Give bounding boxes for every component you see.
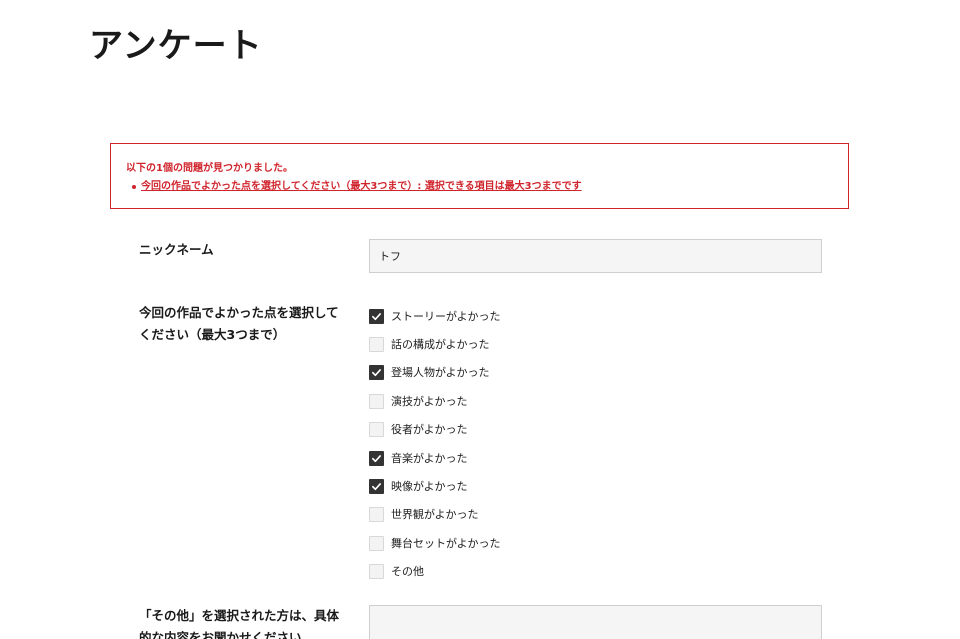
checkbox-unchecked[interactable] [369, 535, 384, 551]
checkbox-unchecked[interactable] [369, 507, 384, 523]
nickname-input[interactable] [369, 239, 822, 273]
checkbox-option[interactable]: 世界観がよかった [369, 501, 500, 529]
nickname-label: ニックネーム [139, 242, 214, 257]
checkbox-option[interactable]: その他 [369, 558, 500, 586]
checkbox-option[interactable]: 演技がよかった [369, 387, 500, 415]
other-detail-textarea[interactable] [369, 605, 822, 639]
checkbox-option[interactable]: 音楽がよかった [369, 444, 500, 472]
good-points-label: 今回の作品でよかった点を選択してください（最大3つまで） [139, 305, 339, 342]
checkbox-option[interactable]: 舞台セットがよかった [369, 529, 500, 557]
checkbox-label: 話の構成がよかった [391, 338, 490, 352]
checkbox-label: 音楽がよかった [391, 451, 468, 465]
check-icon [372, 454, 381, 462]
checkbox-checked[interactable] [369, 450, 384, 466]
checkbox-unchecked[interactable] [369, 422, 384, 438]
checkbox-unchecked[interactable] [369, 564, 384, 580]
checkbox-unchecked[interactable] [369, 393, 384, 409]
error-list: 今回の作品でよかった点を選択してください（最大3つまで）: 選択できる項目は最大… [126, 180, 848, 194]
check-icon [372, 312, 381, 320]
checkbox-option[interactable]: 話の構成がよかった [369, 330, 500, 358]
checkbox-option[interactable]: 映像がよかった [369, 472, 500, 500]
page-title: アンケート [89, 26, 263, 66]
other-detail-label: 「その他」を選択された方は、具体的な内容をお聞かせください [139, 608, 340, 639]
error-link-good-points[interactable]: 今回の作品でよかった点を選択してください（最大3つまで）: 選択できる項目は最大… [141, 181, 582, 192]
check-icon [372, 483, 381, 491]
checkbox-unchecked[interactable] [369, 337, 384, 353]
checkbox-label: 役者がよかった [391, 423, 468, 437]
check-icon [372, 369, 381, 377]
checkbox-checked[interactable] [369, 308, 384, 324]
error-item: 今回の作品でよかった点を選択してください（最大3つまで）: 選択できる項目は最大… [132, 180, 848, 194]
checkbox-checked[interactable] [369, 479, 384, 495]
checkbox-option[interactable]: ストーリーがよかった [369, 302, 500, 330]
checkbox-label: 世界観がよかった [391, 508, 479, 522]
checkbox-label: 演技がよかった [391, 394, 468, 408]
survey-page: アンケート 以下の1個の問題が見つかりました。 今回の作品でよかった点を選択して… [0, 0, 960, 639]
checkbox-label: その他 [391, 565, 424, 579]
good-points-checkbox-group: ストーリーがよかった 話の構成がよかった 登場人物がよかった 演技がよかった 役者がよか… [369, 302, 500, 586]
checkbox-option[interactable]: 登場人物がよかった [369, 359, 500, 387]
checkbox-option[interactable]: 役者がよかった [369, 416, 500, 444]
checkbox-checked[interactable] [369, 365, 384, 381]
checkbox-label: 映像がよかった [391, 480, 468, 494]
checkbox-label: 舞台セットがよかった [391, 536, 501, 550]
checkbox-label: ストーリーがよかった [391, 309, 501, 323]
checkbox-label: 登場人物がよかった [391, 366, 490, 380]
error-summary: 以下の1個の問題が見つかりました。 今回の作品でよかった点を選択してください（最… [110, 143, 849, 209]
error-heading: 以下の1個の問題が見つかりました。 [126, 163, 293, 174]
